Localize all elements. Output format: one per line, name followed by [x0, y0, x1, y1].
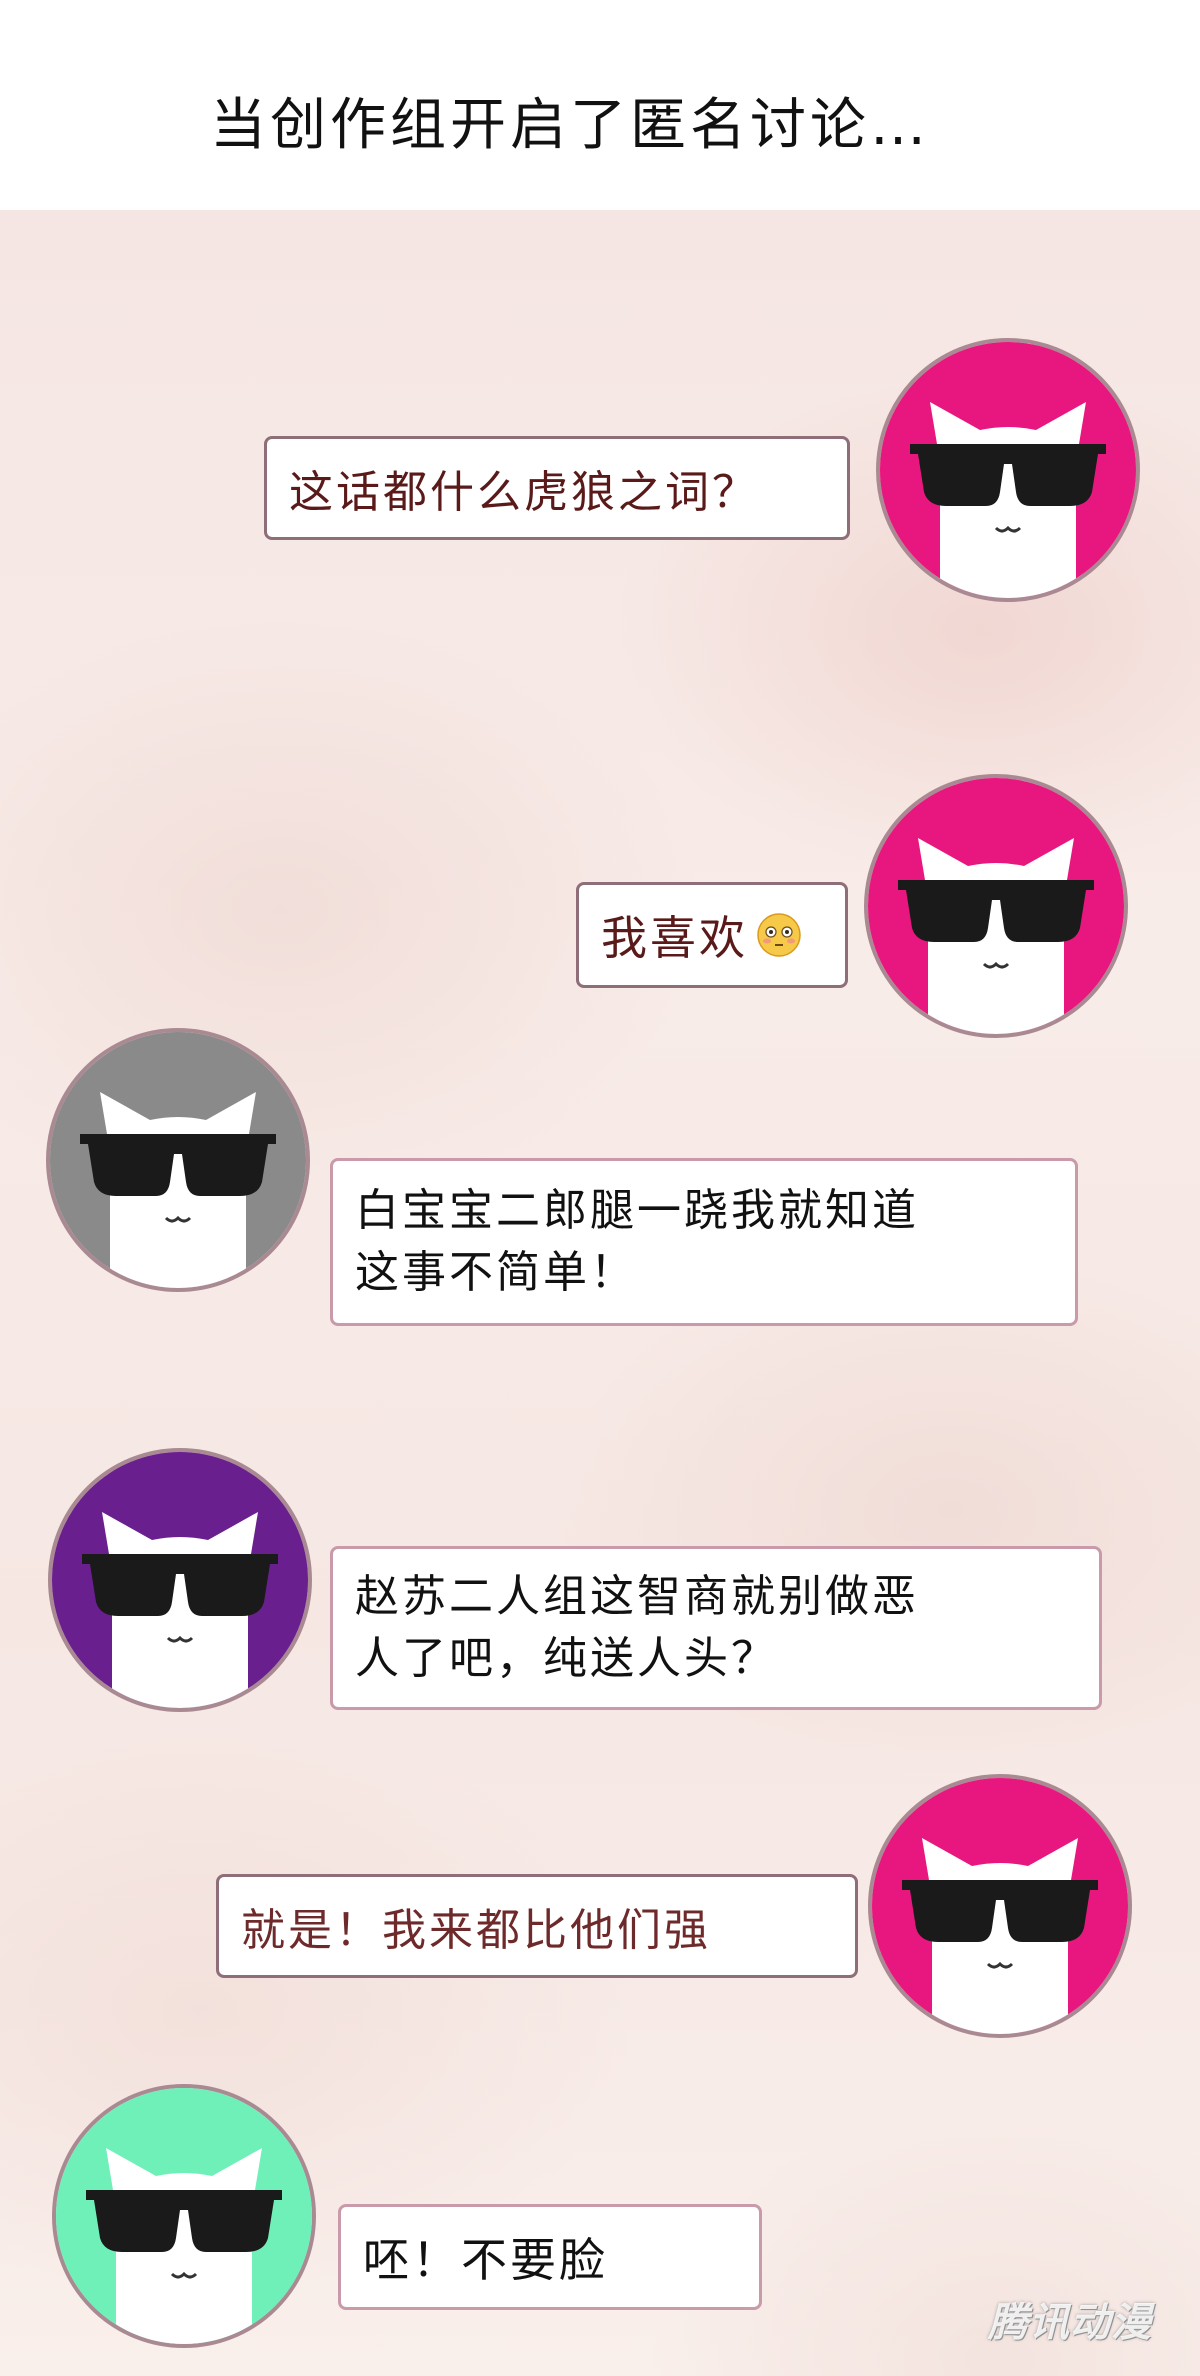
avatar-gray-cat — [46, 1028, 310, 1292]
message-bubble-5: 就是！我来都比他们强 — [216, 1874, 858, 1978]
cat-sunglasses-icon — [880, 342, 1136, 598]
message-bubble-6: 呸！不要脸 — [338, 2204, 762, 2310]
avatar-pink-cat — [864, 774, 1128, 1038]
avatar-pink-cat — [876, 338, 1140, 602]
cat-sunglasses-icon — [868, 778, 1124, 1034]
message-text: 就是！我来都比他们强 — [241, 1905, 711, 1956]
message-text: 这话都什么虎狼之词？ — [289, 467, 759, 518]
watermark-logo: 腾讯动漫 — [988, 2300, 1152, 2346]
message-text: 赵苏二人组这智商就别做恶 人了吧，纯送人头？ — [355, 1571, 919, 1684]
cat-sunglasses-icon — [52, 1452, 308, 1708]
message-text: 白宝宝二郎腿一跷我就知道 这事不简单！ — [355, 1185, 919, 1298]
message-text: 我喜欢 — [601, 911, 748, 965]
header: 当创作组开启了匿名讨论… — [0, 0, 1200, 210]
message-bubble-2: 我喜欢 — [576, 882, 848, 988]
avatar-pink-cat — [868, 1774, 1132, 2038]
message-bubble-4: 赵苏二人组这智商就别做恶 人了吧，纯送人头？ — [330, 1546, 1102, 1710]
avatar-mint-cat — [52, 2084, 316, 2348]
cat-sunglasses-icon — [872, 1778, 1128, 2034]
message-bubble-1: 这话都什么虎狼之词？ — [264, 436, 850, 540]
cat-sunglasses-icon — [50, 1032, 306, 1288]
cat-sunglasses-icon — [56, 2088, 312, 2344]
message-text: 呸！不要脸 — [363, 2233, 608, 2287]
flushed-face-emoji-icon — [757, 913, 801, 957]
page-title: 当创作组开启了匿名讨论… — [210, 93, 930, 158]
message-bubble-3: 白宝宝二郎腿一跷我就知道 这事不简单！ — [330, 1158, 1078, 1326]
avatar-purple-cat — [48, 1448, 312, 1712]
